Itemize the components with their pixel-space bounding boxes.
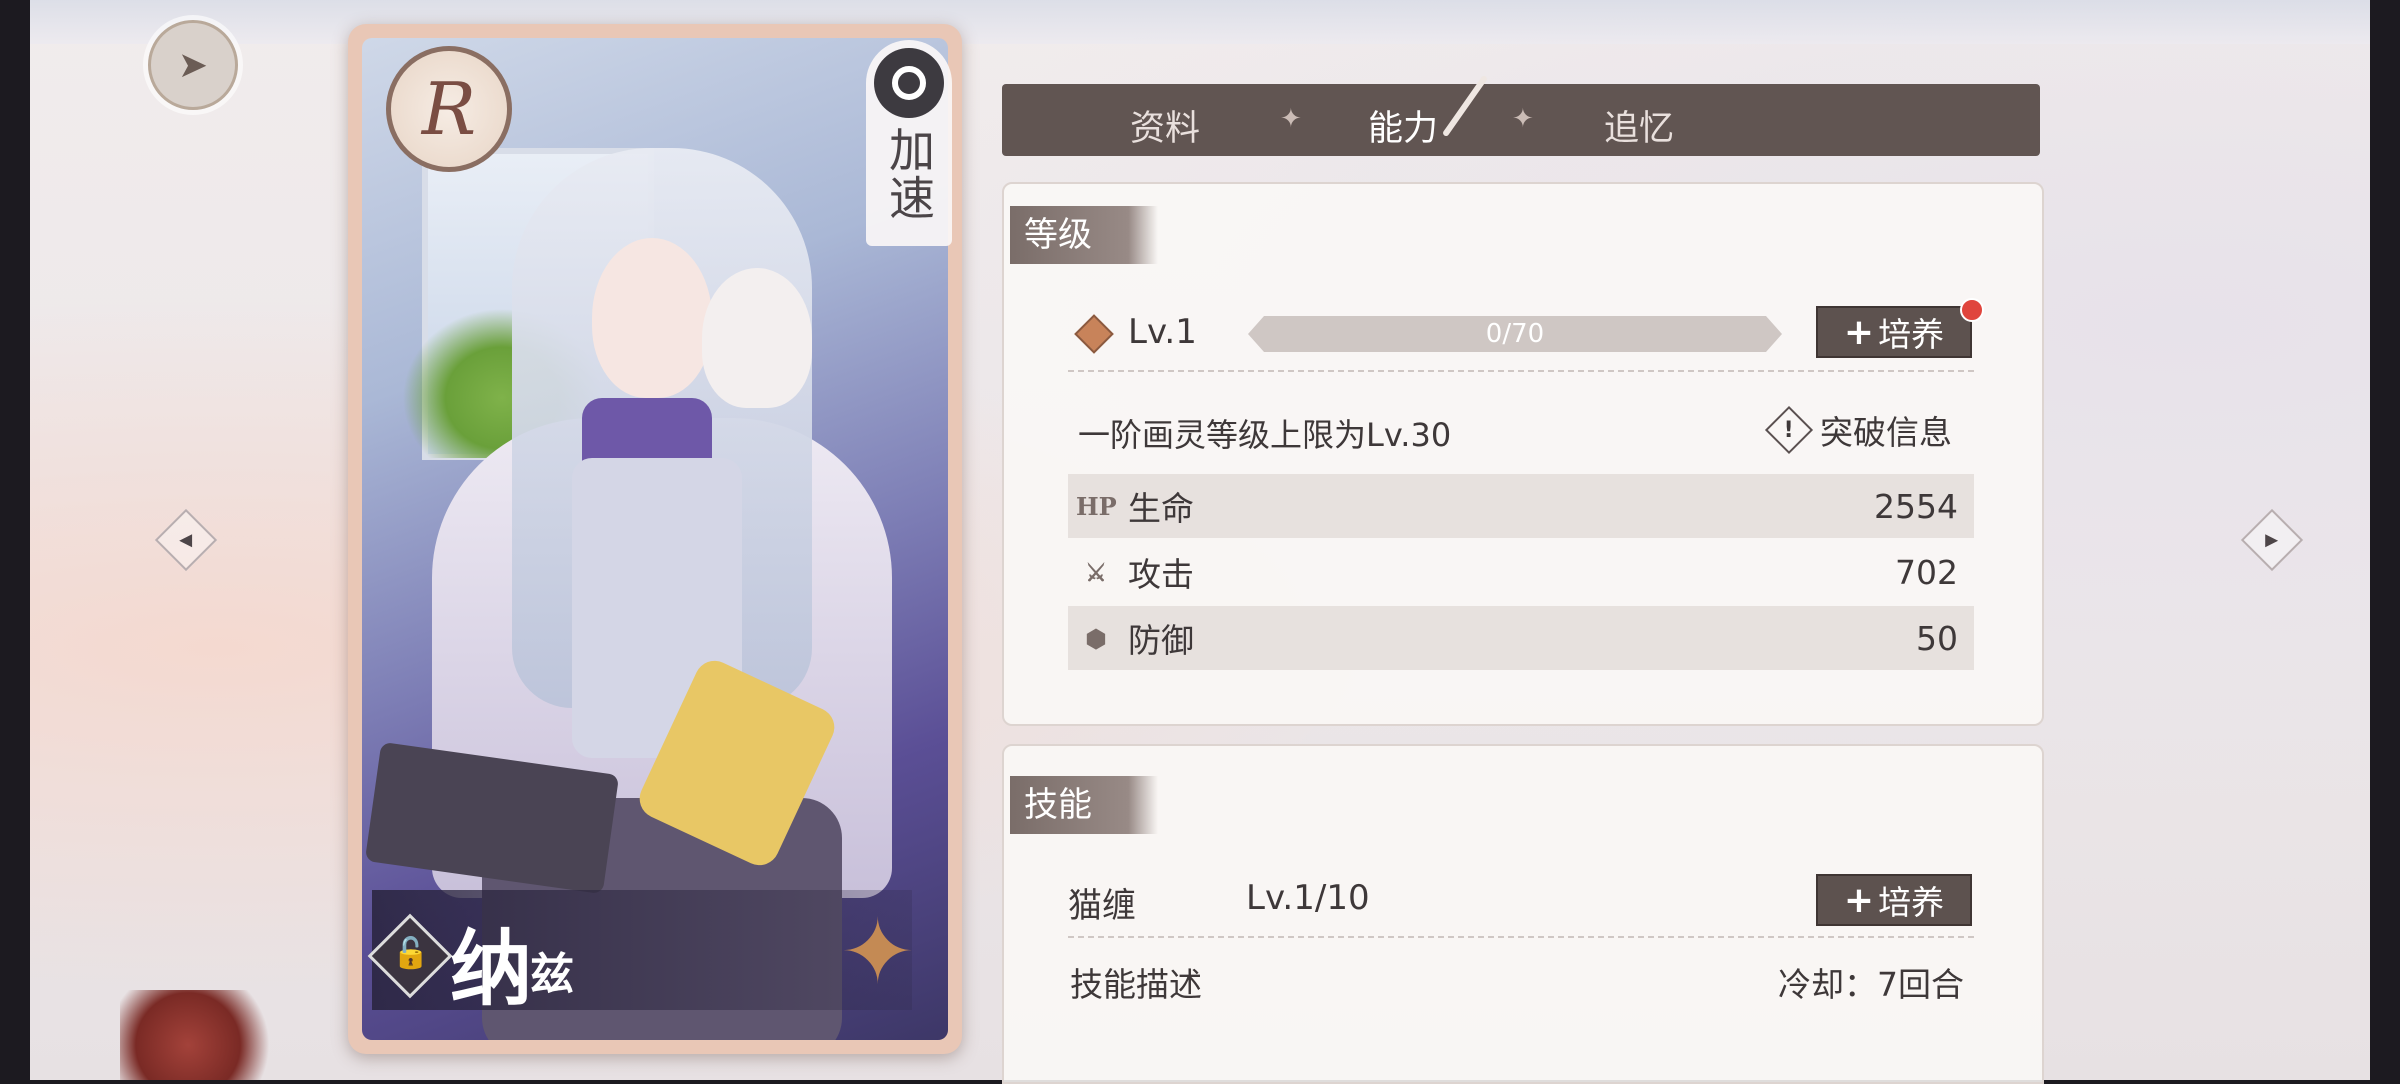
level-section-title: 等级 [1010, 206, 1158, 264]
breakthrough-info-button[interactable]: ! 突破信息 [1764, 405, 1952, 455]
skill-level: Lv.1/10 [1246, 878, 1370, 918]
skill-cooldown: 冷却：7回合 [1778, 965, 1964, 1004]
breakthrough-info-label: 突破信息 [1820, 413, 1952, 452]
skill-train-label: 培养 [1878, 883, 1945, 922]
character-name: 纳 [450, 922, 533, 1017]
level-train-button[interactable]: + 培养 [1816, 306, 1972, 358]
hp-icon: HP [1076, 491, 1117, 521]
stat-label: 防御 [1128, 621, 1194, 660]
stat-label: 生命 [1128, 489, 1194, 528]
type-label: 加速 [882, 126, 936, 222]
tab-profile[interactable]: 资料 [1130, 100, 1200, 151]
stat-row-attack: ⚔ 攻击 702 [1068, 540, 1974, 604]
prev-character-button[interactable]: ◂ [154, 508, 218, 572]
type-icon [874, 48, 944, 118]
tab-ability[interactable]: 能力 [1368, 100, 1438, 151]
level-train-label: 培养 [1878, 315, 1945, 354]
face-art [592, 238, 712, 398]
stat-value: 702 [1895, 552, 1958, 592]
skill-description-label: 技能描述 [1070, 965, 1202, 1004]
plus-icon: + [1843, 311, 1875, 353]
cat-art [702, 268, 812, 408]
back-arrow-icon: ➤ [177, 44, 209, 86]
next-character-button[interactable]: ▸ [2240, 508, 2304, 572]
lock-open-icon: 🔓 [392, 936, 430, 971]
divider [1068, 936, 1974, 938]
shield-icon: ⬢ [1085, 623, 1107, 653]
rarity-badge: R [386, 46, 512, 172]
rose-decoration [120, 990, 290, 1080]
skill-train-button[interactable]: + 培养 [1816, 874, 1972, 926]
type-badge: 加速 [866, 40, 952, 246]
warning-icon: ! [1764, 405, 1814, 455]
tab-separator-icon: ✦ [1512, 104, 1534, 134]
level-label: Lv.1 [1128, 312, 1197, 352]
xp-progress-bar: 0/70 [1248, 316, 1782, 352]
xp-text: 0/70 [1485, 319, 1545, 349]
stat-label: 攻击 [1128, 555, 1194, 594]
star-icon: ✦ [840, 900, 916, 1005]
arrow-right-icon: ▸ [2265, 525, 2279, 555]
divider [1068, 370, 1974, 372]
level-cap-text: 一阶画灵等级上限为Lv.30 [1078, 416, 1452, 454]
skill-name: 猫缠 [1068, 886, 1136, 926]
tab-separator-icon: ✦ [1280, 104, 1302, 134]
stat-value: 2554 [1874, 486, 1958, 526]
stat-value: 50 [1916, 618, 1958, 658]
stat-row-defense: ⬢ 防御 50 [1068, 606, 1974, 670]
stat-row-hp: HP 生命 2554 [1068, 474, 1974, 538]
attack-swords-icon: ⚔ [1085, 557, 1107, 587]
plus-icon: + [1843, 879, 1875, 921]
back-button[interactable]: ➤ [148, 20, 238, 110]
skill-section-title: 技能 [1010, 776, 1158, 834]
tab-memory[interactable]: 追忆 [1604, 100, 1674, 151]
arrow-left-icon: ◂ [179, 525, 193, 555]
notification-dot [1960, 298, 1984, 322]
character-name-suffix: 兹 [530, 949, 574, 1000]
